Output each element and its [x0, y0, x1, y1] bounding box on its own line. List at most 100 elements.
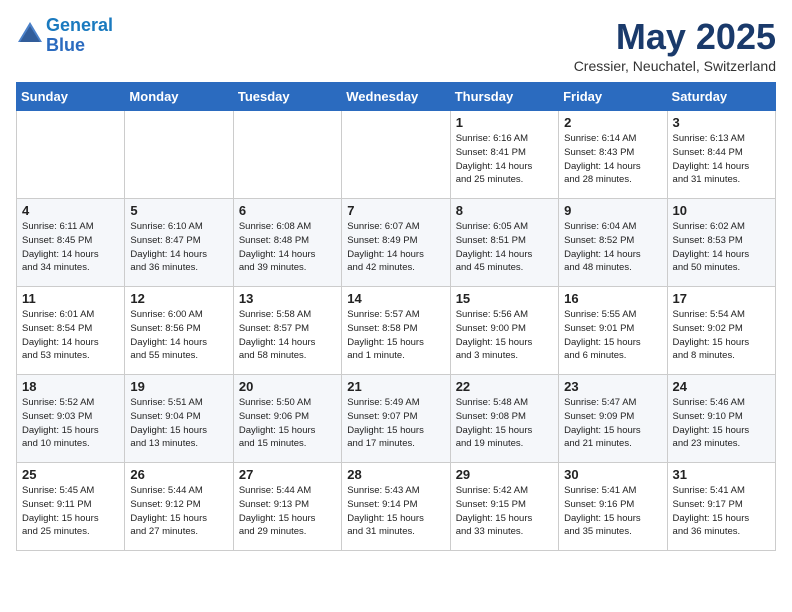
day-info: Sunrise: 6:00 AM Sunset: 8:56 PM Dayligh… [130, 308, 227, 363]
calendar-cell [342, 111, 450, 199]
day-number: 22 [456, 379, 553, 394]
calendar-cell: 6 Sunrise: 6:08 AM Sunset: 8:48 PM Daylig… [233, 199, 341, 287]
day-number: 4 [22, 203, 119, 218]
calendar-cell: 26 Sunrise: 5:44 AM Sunset: 9:12 PM Dayli… [125, 463, 233, 551]
day-number: 31 [673, 467, 770, 482]
day-info: Sunrise: 6:08 AM Sunset: 8:48 PM Dayligh… [239, 220, 336, 275]
calendar-cell: 21 Sunrise: 5:49 AM Sunset: 9:07 PM Dayli… [342, 375, 450, 463]
day-number: 21 [347, 379, 444, 394]
day-info: Sunrise: 6:04 AM Sunset: 8:52 PM Dayligh… [564, 220, 661, 275]
day-info: Sunrise: 6:02 AM Sunset: 8:53 PM Dayligh… [673, 220, 770, 275]
day-number: 28 [347, 467, 444, 482]
calendar-cell: 16 Sunrise: 5:55 AM Sunset: 9:01 PM Dayli… [559, 287, 667, 375]
day-info: Sunrise: 5:42 AM Sunset: 9:15 PM Dayligh… [456, 484, 553, 539]
day-info: Sunrise: 5:55 AM Sunset: 9:01 PM Dayligh… [564, 308, 661, 363]
calendar-cell: 9Sunrise: 6:04 AM Sunset: 8:52 PM Daylig… [559, 199, 667, 287]
day-info: Sunrise: 5:54 AM Sunset: 9:02 PM Dayligh… [673, 308, 770, 363]
day-info: Sunrise: 6:05 AM Sunset: 8:51 PM Dayligh… [456, 220, 553, 275]
day-number: 8 [456, 203, 553, 218]
calendar-cell: 8 Sunrise: 6:05 AM Sunset: 8:51 PM Daylig… [450, 199, 558, 287]
day-info: Sunrise: 5:56 AM Sunset: 9:00 PM Dayligh… [456, 308, 553, 363]
logo-text: GeneralBlue [46, 16, 113, 56]
calendar-cell: 28 Sunrise: 5:43 AM Sunset: 9:14 PM Dayli… [342, 463, 450, 551]
day-number: 19 [130, 379, 227, 394]
day-number: 18 [22, 379, 119, 394]
day-info: Sunrise: 5:58 AM Sunset: 8:57 PM Dayligh… [239, 308, 336, 363]
day-info: Sunrise: 5:49 AM Sunset: 9:07 PM Dayligh… [347, 396, 444, 451]
day-number: 3 [673, 115, 770, 130]
weekday-header-tuesday: Tuesday [233, 83, 341, 111]
day-number: 14 [347, 291, 444, 306]
calendar-cell: 22 Sunrise: 5:48 AM Sunset: 9:08 PM Dayli… [450, 375, 558, 463]
weekday-header-sunday: Sunday [17, 83, 125, 111]
day-number: 6 [239, 203, 336, 218]
day-info: Sunrise: 5:41 AM Sunset: 9:17 PM Dayligh… [673, 484, 770, 539]
day-number: 15 [456, 291, 553, 306]
location: Cressier, Neuchatel, Switzerland [574, 58, 776, 74]
calendar-cell: 14 Sunrise: 5:57 AM Sunset: 8:58 PM Dayli… [342, 287, 450, 375]
day-info: Sunrise: 6:01 AM Sunset: 8:54 PM Dayligh… [22, 308, 119, 363]
calendar-cell: 15 Sunrise: 5:56 AM Sunset: 9:00 PM Dayli… [450, 287, 558, 375]
day-info: Sunrise: 5:43 AM Sunset: 9:14 PM Dayligh… [347, 484, 444, 539]
day-info: Sunrise: 5:50 AM Sunset: 9:06 PM Dayligh… [239, 396, 336, 451]
day-info: Sunrise: 6:16 AM Sunset: 8:41 PM Dayligh… [456, 132, 553, 187]
day-info: Sunrise: 5:41 AM Sunset: 9:16 PM Dayligh… [564, 484, 661, 539]
calendar-cell: 3 Sunrise: 6:13 AM Sunset: 8:44 PM Daylig… [667, 111, 775, 199]
day-info: Sunrise: 6:14 AM Sunset: 8:43 PM Dayligh… [564, 132, 661, 187]
week-row-4: 18 Sunrise: 5:52 AM Sunset: 9:03 PM Dayli… [17, 375, 776, 463]
day-number: 23 [564, 379, 661, 394]
day-info: Sunrise: 5:44 AM Sunset: 9:12 PM Dayligh… [130, 484, 227, 539]
calendar-cell: 7 Sunrise: 6:07 AM Sunset: 8:49 PM Daylig… [342, 199, 450, 287]
day-info: Sunrise: 5:48 AM Sunset: 9:08 PM Dayligh… [456, 396, 553, 451]
title-block: May 2025 Cressier, Neuchatel, Switzerlan… [574, 16, 776, 74]
day-number: 5 [130, 203, 227, 218]
day-number: 27 [239, 467, 336, 482]
day-info: Sunrise: 5:47 AM Sunset: 9:09 PM Dayligh… [564, 396, 661, 451]
logo: GeneralBlue [16, 16, 113, 56]
day-number: 26 [130, 467, 227, 482]
weekday-header-monday: Monday [125, 83, 233, 111]
day-info: Sunrise: 6:13 AM Sunset: 8:44 PM Dayligh… [673, 132, 770, 187]
day-number: 25 [22, 467, 119, 482]
day-number: 17 [673, 291, 770, 306]
calendar-table: SundayMondayTuesdayWednesdayThursdayFrid… [16, 82, 776, 551]
calendar-cell: 18 Sunrise: 5:52 AM Sunset: 9:03 PM Dayli… [17, 375, 125, 463]
calendar-cell: 10Sunrise: 6:02 AM Sunset: 8:53 PM Dayli… [667, 199, 775, 287]
day-number: 20 [239, 379, 336, 394]
weekday-header-wednesday: Wednesday [342, 83, 450, 111]
day-info: Sunrise: 5:44 AM Sunset: 9:13 PM Dayligh… [239, 484, 336, 539]
calendar-cell: 11 Sunrise: 6:01 AM Sunset: 8:54 PM Dayli… [17, 287, 125, 375]
day-info: Sunrise: 6:07 AM Sunset: 8:49 PM Dayligh… [347, 220, 444, 275]
day-number: 1 [456, 115, 553, 130]
calendar-cell: 4Sunrise: 6:11 AM Sunset: 8:45 PM Daylig… [17, 199, 125, 287]
day-info: Sunrise: 5:51 AM Sunset: 9:04 PM Dayligh… [130, 396, 227, 451]
day-number: 12 [130, 291, 227, 306]
calendar-cell: 12 Sunrise: 6:00 AM Sunset: 8:56 PM Dayli… [125, 287, 233, 375]
calendar-cell: 1 Sunrise: 6:16 AM Sunset: 8:41 PM Daylig… [450, 111, 558, 199]
calendar-cell: 29 Sunrise: 5:42 AM Sunset: 9:15 PM Dayli… [450, 463, 558, 551]
calendar-cell: 23 Sunrise: 5:47 AM Sunset: 9:09 PM Dayli… [559, 375, 667, 463]
week-row-5: 25 Sunrise: 5:45 AM Sunset: 9:11 PM Dayli… [17, 463, 776, 551]
page-header: GeneralBlue May 2025 Cressier, Neuchatel… [16, 16, 776, 74]
day-number: 16 [564, 291, 661, 306]
day-number: 7 [347, 203, 444, 218]
week-row-1: 1 Sunrise: 6:16 AM Sunset: 8:41 PM Daylig… [17, 111, 776, 199]
calendar-cell [125, 111, 233, 199]
calendar-cell: 25 Sunrise: 5:45 AM Sunset: 9:11 PM Dayli… [17, 463, 125, 551]
day-number: 11 [22, 291, 119, 306]
calendar-cell: 5Sunrise: 6:10 AM Sunset: 8:47 PM Daylig… [125, 199, 233, 287]
calendar-cell: 13Sunrise: 5:58 AM Sunset: 8:57 PM Dayli… [233, 287, 341, 375]
day-info: Sunrise: 5:46 AM Sunset: 9:10 PM Dayligh… [673, 396, 770, 451]
week-row-3: 11 Sunrise: 6:01 AM Sunset: 8:54 PM Dayli… [17, 287, 776, 375]
calendar-cell: 2Sunrise: 6:14 AM Sunset: 8:43 PM Daylig… [559, 111, 667, 199]
calendar-cell: 27 Sunrise: 5:44 AM Sunset: 9:13 PM Dayli… [233, 463, 341, 551]
calendar-cell: 19 Sunrise: 5:51 AM Sunset: 9:04 PM Dayli… [125, 375, 233, 463]
day-info: Sunrise: 5:45 AM Sunset: 9:11 PM Dayligh… [22, 484, 119, 539]
day-info: Sunrise: 5:52 AM Sunset: 9:03 PM Dayligh… [22, 396, 119, 451]
calendar-cell [17, 111, 125, 199]
calendar-cell: 17 Sunrise: 5:54 AM Sunset: 9:02 PM Dayli… [667, 287, 775, 375]
weekday-header-row: SundayMondayTuesdayWednesdayThursdayFrid… [17, 83, 776, 111]
day-number: 29 [456, 467, 553, 482]
logo-icon [16, 20, 44, 48]
day-info: Sunrise: 5:57 AM Sunset: 8:58 PM Dayligh… [347, 308, 444, 363]
